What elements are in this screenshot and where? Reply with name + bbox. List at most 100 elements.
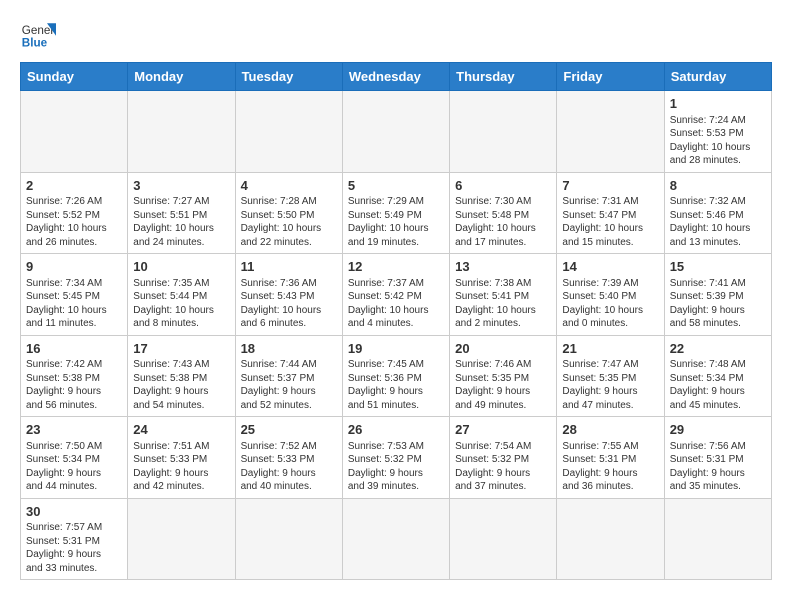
day-number: 23: [26, 421, 122, 439]
day-info: Sunrise: 7:42 AM Sunset: 5:38 PM Dayligh…: [26, 358, 122, 412]
day-info: Sunrise: 7:45 AM Sunset: 5:36 PM Dayligh…: [348, 358, 444, 412]
calendar-cell: 12Sunrise: 7:37 AM Sunset: 5:42 PM Dayli…: [342, 254, 449, 336]
calendar-cell: 14Sunrise: 7:39 AM Sunset: 5:40 PM Dayli…: [557, 254, 664, 336]
weekday-header-monday: Monday: [128, 63, 235, 91]
weekday-header-thursday: Thursday: [450, 63, 557, 91]
header: General Blue: [20, 16, 772, 52]
day-info: Sunrise: 7:27 AM Sunset: 5:51 PM Dayligh…: [133, 195, 229, 249]
calendar-cell: 4Sunrise: 7:28 AM Sunset: 5:50 PM Daylig…: [235, 172, 342, 254]
calendar-cell: 9Sunrise: 7:34 AM Sunset: 5:45 PM Daylig…: [21, 254, 128, 336]
day-info: Sunrise: 7:55 AM Sunset: 5:31 PM Dayligh…: [562, 440, 658, 494]
day-info: Sunrise: 7:26 AM Sunset: 5:52 PM Dayligh…: [26, 195, 122, 249]
calendar-cell: 21Sunrise: 7:47 AM Sunset: 5:35 PM Dayli…: [557, 335, 664, 417]
day-info: Sunrise: 7:29 AM Sunset: 5:49 PM Dayligh…: [348, 195, 444, 249]
day-number: 15: [670, 258, 766, 276]
weekday-header-sunday: Sunday: [21, 63, 128, 91]
calendar-cell: [128, 498, 235, 580]
calendar-cell: 30Sunrise: 7:57 AM Sunset: 5:31 PM Dayli…: [21, 498, 128, 580]
calendar-cell: [128, 91, 235, 173]
day-number: 7: [562, 177, 658, 195]
day-number: 13: [455, 258, 551, 276]
day-info: Sunrise: 7:47 AM Sunset: 5:35 PM Dayligh…: [562, 358, 658, 412]
calendar-cell: [342, 91, 449, 173]
day-number: 17: [133, 340, 229, 358]
day-info: Sunrise: 7:31 AM Sunset: 5:47 PM Dayligh…: [562, 195, 658, 249]
calendar-cell: 11Sunrise: 7:36 AM Sunset: 5:43 PM Dayli…: [235, 254, 342, 336]
day-info: Sunrise: 7:51 AM Sunset: 5:33 PM Dayligh…: [133, 440, 229, 494]
week-row-2: 9Sunrise: 7:34 AM Sunset: 5:45 PM Daylig…: [21, 254, 772, 336]
calendar-cell: 1Sunrise: 7:24 AM Sunset: 5:53 PM Daylig…: [664, 91, 771, 173]
calendar-cell: [342, 498, 449, 580]
calendar-cell: 16Sunrise: 7:42 AM Sunset: 5:38 PM Dayli…: [21, 335, 128, 417]
day-info: Sunrise: 7:39 AM Sunset: 5:40 PM Dayligh…: [562, 277, 658, 331]
calendar-cell: 13Sunrise: 7:38 AM Sunset: 5:41 PM Dayli…: [450, 254, 557, 336]
day-info: Sunrise: 7:50 AM Sunset: 5:34 PM Dayligh…: [26, 440, 122, 494]
day-info: Sunrise: 7:24 AM Sunset: 5:53 PM Dayligh…: [670, 114, 766, 168]
day-number: 21: [562, 340, 658, 358]
day-info: Sunrise: 7:34 AM Sunset: 5:45 PM Dayligh…: [26, 277, 122, 331]
day-number: 10: [133, 258, 229, 276]
day-info: Sunrise: 7:37 AM Sunset: 5:42 PM Dayligh…: [348, 277, 444, 331]
calendar-cell: 7Sunrise: 7:31 AM Sunset: 5:47 PM Daylig…: [557, 172, 664, 254]
day-number: 11: [241, 258, 337, 276]
day-info: Sunrise: 7:43 AM Sunset: 5:38 PM Dayligh…: [133, 358, 229, 412]
day-number: 28: [562, 421, 658, 439]
day-number: 4: [241, 177, 337, 195]
week-row-4: 23Sunrise: 7:50 AM Sunset: 5:34 PM Dayli…: [21, 417, 772, 499]
day-info: Sunrise: 7:52 AM Sunset: 5:33 PM Dayligh…: [241, 440, 337, 494]
weekday-header-friday: Friday: [557, 63, 664, 91]
week-row-0: 1Sunrise: 7:24 AM Sunset: 5:53 PM Daylig…: [21, 91, 772, 173]
calendar-cell: [557, 91, 664, 173]
page: General Blue SundayMondayTuesdayWednesda…: [0, 0, 792, 590]
calendar-cell: 28Sunrise: 7:55 AM Sunset: 5:31 PM Dayli…: [557, 417, 664, 499]
calendar-cell: [450, 91, 557, 173]
day-info: Sunrise: 7:53 AM Sunset: 5:32 PM Dayligh…: [348, 440, 444, 494]
week-row-1: 2Sunrise: 7:26 AM Sunset: 5:52 PM Daylig…: [21, 172, 772, 254]
weekday-header-saturday: Saturday: [664, 63, 771, 91]
day-number: 2: [26, 177, 122, 195]
day-info: Sunrise: 7:57 AM Sunset: 5:31 PM Dayligh…: [26, 521, 122, 575]
week-row-5: 30Sunrise: 7:57 AM Sunset: 5:31 PM Dayli…: [21, 498, 772, 580]
calendar-cell: 19Sunrise: 7:45 AM Sunset: 5:36 PM Dayli…: [342, 335, 449, 417]
day-number: 29: [670, 421, 766, 439]
day-info: Sunrise: 7:48 AM Sunset: 5:34 PM Dayligh…: [670, 358, 766, 412]
weekday-header-row: SundayMondayTuesdayWednesdayThursdayFrid…: [21, 63, 772, 91]
day-number: 6: [455, 177, 551, 195]
calendar-cell: [450, 498, 557, 580]
calendar-cell: 5Sunrise: 7:29 AM Sunset: 5:49 PM Daylig…: [342, 172, 449, 254]
day-info: Sunrise: 7:30 AM Sunset: 5:48 PM Dayligh…: [455, 195, 551, 249]
calendar-cell: [235, 91, 342, 173]
logo-icon: General Blue: [20, 16, 56, 52]
day-number: 18: [241, 340, 337, 358]
calendar-cell: 2Sunrise: 7:26 AM Sunset: 5:52 PM Daylig…: [21, 172, 128, 254]
day-info: Sunrise: 7:28 AM Sunset: 5:50 PM Dayligh…: [241, 195, 337, 249]
day-number: 5: [348, 177, 444, 195]
calendar: SundayMondayTuesdayWednesdayThursdayFrid…: [20, 62, 772, 580]
day-number: 22: [670, 340, 766, 358]
calendar-cell: [557, 498, 664, 580]
calendar-cell: 10Sunrise: 7:35 AM Sunset: 5:44 PM Dayli…: [128, 254, 235, 336]
calendar-cell: 15Sunrise: 7:41 AM Sunset: 5:39 PM Dayli…: [664, 254, 771, 336]
day-info: Sunrise: 7:35 AM Sunset: 5:44 PM Dayligh…: [133, 277, 229, 331]
day-info: Sunrise: 7:56 AM Sunset: 5:31 PM Dayligh…: [670, 440, 766, 494]
day-info: Sunrise: 7:44 AM Sunset: 5:37 PM Dayligh…: [241, 358, 337, 412]
day-number: 19: [348, 340, 444, 358]
day-number: 1: [670, 95, 766, 113]
day-number: 14: [562, 258, 658, 276]
day-number: 8: [670, 177, 766, 195]
calendar-cell: 26Sunrise: 7:53 AM Sunset: 5:32 PM Dayli…: [342, 417, 449, 499]
logo: General Blue: [20, 16, 56, 52]
calendar-cell: 27Sunrise: 7:54 AM Sunset: 5:32 PM Dayli…: [450, 417, 557, 499]
day-info: Sunrise: 7:54 AM Sunset: 5:32 PM Dayligh…: [455, 440, 551, 494]
day-info: Sunrise: 7:36 AM Sunset: 5:43 PM Dayligh…: [241, 277, 337, 331]
day-number: 20: [455, 340, 551, 358]
calendar-cell: 18Sunrise: 7:44 AM Sunset: 5:37 PM Dayli…: [235, 335, 342, 417]
week-row-3: 16Sunrise: 7:42 AM Sunset: 5:38 PM Dayli…: [21, 335, 772, 417]
calendar-cell: 25Sunrise: 7:52 AM Sunset: 5:33 PM Dayli…: [235, 417, 342, 499]
calendar-cell: 22Sunrise: 7:48 AM Sunset: 5:34 PM Dayli…: [664, 335, 771, 417]
day-number: 30: [26, 503, 122, 521]
day-number: 16: [26, 340, 122, 358]
day-number: 3: [133, 177, 229, 195]
day-info: Sunrise: 7:32 AM Sunset: 5:46 PM Dayligh…: [670, 195, 766, 249]
day-info: Sunrise: 7:46 AM Sunset: 5:35 PM Dayligh…: [455, 358, 551, 412]
